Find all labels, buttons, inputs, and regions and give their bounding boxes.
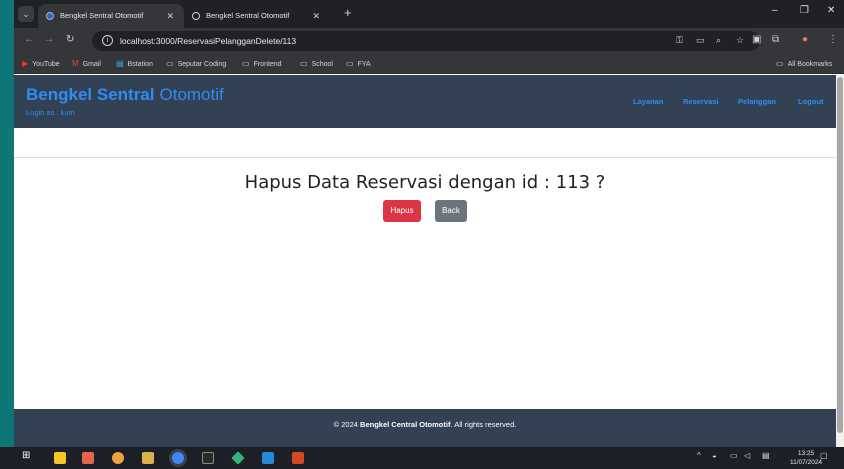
favicon-icon [46,12,54,20]
brand-bold: Bengkel Sentral [26,85,155,104]
clock-time: 13:25 [797,450,815,457]
battery-icon[interactable]: ▭ [730,451,738,460]
close-window-icon[interactable]: ✕ [827,5,835,16]
favicon-icon [192,12,200,20]
back-arrow-icon[interactable]: ← [24,34,34,45]
folder-icon: ▭ [242,59,250,68]
login-status: Login as : kum [26,108,75,117]
page-scrollbar[interactable] [836,75,844,447]
web-page: Bengkel Sentral Otomotif Login as : kum L… [14,75,836,447]
nav-link-layanan[interactable]: Layanan [633,97,663,106]
site-navbar: Bengkel Sentral Otomotif Login as : kum L… [14,75,836,128]
bookmarks-bar: ▶ YouTube M Gmail ▤ Bstation ▭ Seputar Codin… [14,54,844,74]
folder-app-icon[interactable] [142,452,154,464]
browser-window: ⌄ Bengkel Sentral Otomotif ✕ Bengkel Sen… [14,0,844,447]
scrollbar-thumb[interactable] [837,77,843,433]
bookmark-folder[interactable]: ▭ Seputar Coding [166,54,226,74]
folder-icon: ▭ [166,59,174,68]
chrome-alt-icon[interactable] [112,452,124,464]
tab-close-icon[interactable]: ✕ [312,4,320,28]
bookmark-folder[interactable]: ▭ FYA [346,54,371,74]
bookmark-star-icon[interactable]: ☆ [736,35,744,46]
reload-icon[interactable]: ↻ [66,34,74,45]
chrome-icon[interactable] [172,452,184,464]
extensions-puzzle-icon[interactable]: ⧉ [772,34,779,45]
folder-icon: ▭ [346,59,354,68]
bstation-icon: ▤ [116,59,124,68]
site-footer: © 2024 Bengkel Central Otomotif. All rig… [14,409,836,447]
file-explorer-icon[interactable] [54,452,66,464]
tab-title: Bengkel Sentral Otomotif [206,11,290,20]
youtube-icon: ▶ [22,59,29,68]
delete-button[interactable]: Hapus [383,200,421,222]
site-info-icon[interactable]: i [102,35,113,46]
menu-kebab-icon[interactable]: ⋮ [828,34,838,45]
profile-avatar-icon[interactable]: ● [802,34,808,45]
tab-close-icon[interactable]: ✕ [166,4,174,28]
cast-icon[interactable]: ▭ [696,35,705,46]
system-clock[interactable]: 13:25 11/07/2024 [790,449,822,467]
minimize-icon[interactable]: – [772,5,778,16]
bookmark-youtube[interactable]: ▶ YouTube [22,54,60,74]
tray-chevron-icon[interactable]: ^ [697,451,701,460]
zoom-icon[interactable]: ⌕ [716,35,721,46]
back-button[interactable]: Back [435,200,467,222]
powerpoint-icon[interactable] [292,452,304,464]
keyboard-icon[interactable]: ▤ [762,451,770,460]
nav-link-pelanggan[interactable]: Pelanggan [738,97,776,106]
bookmark-gmail[interactable]: M Gmail [72,54,101,74]
volume-icon[interactable]: ◁ [744,451,750,460]
password-key-icon[interactable]: ⚿ [676,35,683,46]
nav-link-reservasi[interactable]: Reservasi [683,97,718,106]
footer-brand: Bengkel Central Otomotif [360,420,451,429]
footer-suffix: . All rights reserved. [450,420,517,429]
wifi-icon[interactable]: ◒ [712,451,717,460]
forward-arrow-icon[interactable]: → [44,34,54,45]
page-title: Hapus Data Reservasi dengan id : 113 ? [244,172,606,193]
all-bookmarks[interactable]: ▭ All Bookmarks [776,54,832,74]
url-text[interactable]: localhost:3000/ReservasiPelangganDelete/… [120,31,296,51]
windows-start-icon[interactable]: ⊞ [22,450,30,461]
folder-icon: ▭ [776,59,784,68]
vscode-icon[interactable] [262,452,274,464]
clock-date: 11/07/2024 [790,459,823,466]
address-bar[interactable]: i localhost:3000/ReservasiPelangganDelet… [92,31,760,51]
bookmark-folder[interactable]: ▭ Frontend [242,54,282,74]
tab-strip: ⌄ Bengkel Sentral Otomotif ✕ Bengkel Sen… [14,0,844,28]
gmail-icon: M [72,59,79,68]
bookmark-bstation[interactable]: ▤ Bstation [116,54,153,74]
os-taskbar: ⊞ ^ ◒ ▭ ◁ ▤ 13:25 11/07/2024 ▢ [0,447,844,469]
terminal-icon[interactable] [202,452,214,464]
site-brand[interactable]: Bengkel Sentral Otomotif [26,85,224,105]
tab-title: Bengkel Sentral Otomotif [60,11,144,20]
tab-search-icon[interactable]: ⌄ [18,6,34,22]
notification-icon[interactable]: ▢ [820,451,828,460]
extension-icon[interactable]: ▣ [752,34,761,45]
nav-link-logout[interactable]: Logout [798,97,823,106]
footer-copyright: © 2024 [333,420,358,429]
bookmark-folder[interactable]: ▭ School [300,54,333,74]
tab-active[interactable]: Bengkel Sentral Otomotif ✕ [38,4,184,28]
toolbar: ← → ↻ i localhost:3000/ReservasiPelangga… [14,28,844,54]
new-tab-icon[interactable]: + [344,5,352,20]
brand-light: Otomotif [159,85,224,104]
app-diamond-icon[interactable] [231,451,245,465]
app-icon[interactable] [82,452,94,464]
tab-inactive[interactable]: Bengkel Sentral Otomotif ✕ [184,4,330,28]
delete-confirm-card: Hapus Data Reservasi dengan id : 113 ? H… [14,157,836,409]
folder-icon: ▭ [300,59,308,68]
restore-icon[interactable]: ❐ [800,5,809,16]
